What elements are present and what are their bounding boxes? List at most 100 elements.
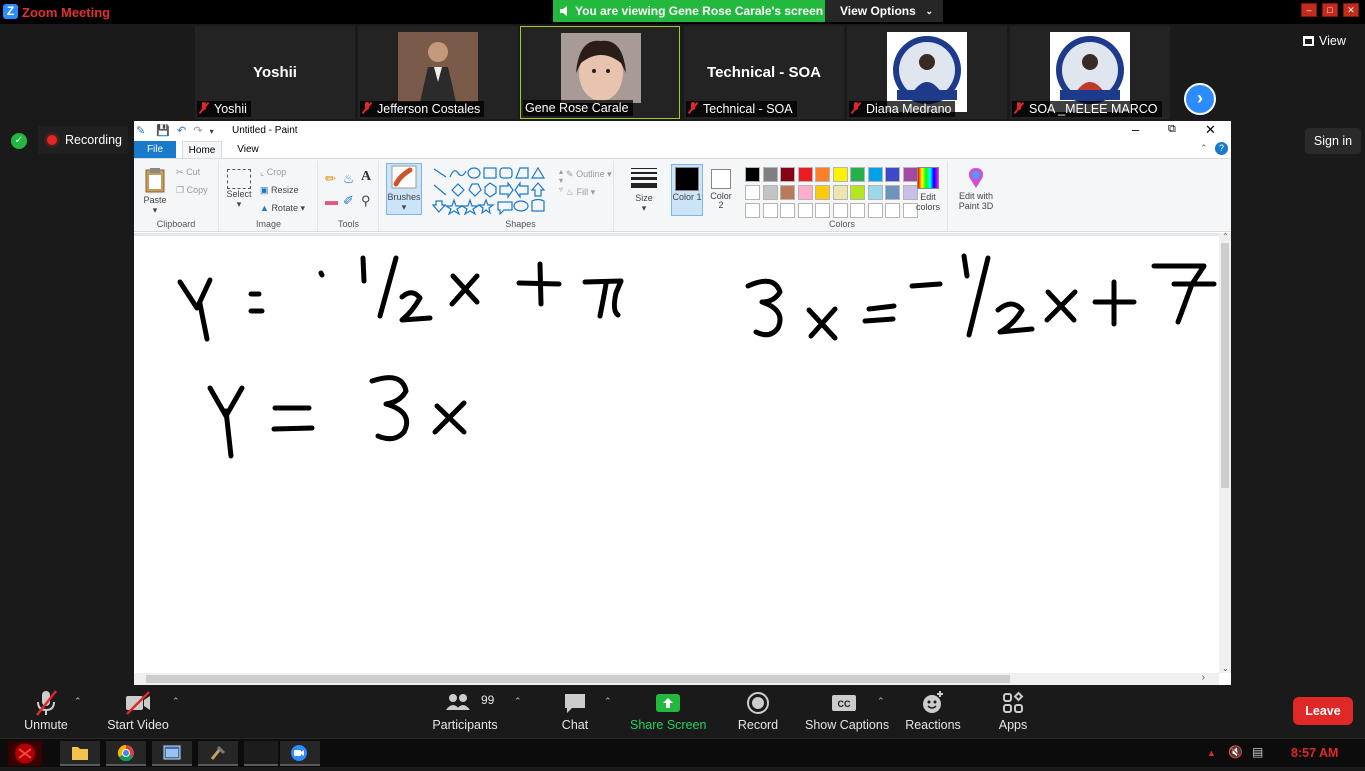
palette-color-swatch[interactable] <box>832 167 848 182</box>
fill-button[interactable]: ♨ Fill ▾ <box>560 187 595 198</box>
undo-icon[interactable]: ↶ <box>177 125 186 137</box>
security-shield-icon[interactable]: ✓ <box>11 133 27 149</box>
participant-tile[interactable]: Technical - SOA Technical - SOA <box>684 26 844 119</box>
captions-caret-icon[interactable]: ⌃ <box>877 696 885 707</box>
color-picker-icon[interactable]: ✐ <box>343 193 354 209</box>
view-button[interactable]: View <box>1303 34 1346 48</box>
palette-color-swatch[interactable] <box>780 185 795 200</box>
participant-tile[interactable]: Diana Medrano <box>847 26 1007 119</box>
color1-button[interactable]: Color 1 <box>671 164 703 216</box>
eraser-icon[interactable]: ▬ <box>325 193 338 208</box>
custom-color-swatch[interactable] <box>780 203 795 218</box>
select-button[interactable]: Select ▾ <box>226 169 252 210</box>
palette-color-swatch[interactable] <box>850 167 865 182</box>
view-options-button[interactable]: View Options ⌄ <box>825 0 943 22</box>
apps-button[interactable]: Apps <box>990 686 1036 738</box>
palette-color-swatch[interactable] <box>885 185 900 200</box>
custom-color-swatch[interactable] <box>745 203 760 218</box>
palette-color-swatch[interactable] <box>797 185 813 200</box>
crop-button[interactable]: ⌞ Crop <box>260 167 286 178</box>
chat-caret-icon[interactable]: ⌃ <box>604 696 612 707</box>
scroll-right-icon[interactable]: › <box>1202 672 1205 683</box>
start-video-button[interactable]: Start Video <box>102 686 174 738</box>
custom-color-swatch[interactable] <box>762 203 778 218</box>
tab-view[interactable]: View <box>230 141 266 158</box>
copy-button[interactable]: ❐ Copy <box>176 185 208 196</box>
participant-tile[interactable]: Yoshii Yoshii <box>195 26 355 119</box>
paint-close-button[interactable]: ✕ <box>1205 122 1216 138</box>
tab-file[interactable]: File <box>134 141 176 158</box>
leave-button[interactable]: Leave <box>1293 697 1353 725</box>
palette-color-swatch[interactable] <box>745 185 760 200</box>
scroll-down-icon[interactable]: ⌄ <box>1222 664 1229 673</box>
palette-color-swatch[interactable] <box>815 185 830 200</box>
paint-canvas[interactable] <box>134 233 1219 673</box>
palette-color-swatch[interactable] <box>745 167 760 182</box>
start-button[interactable] <box>8 741 42 766</box>
edit-paint3d-button[interactable]: Edit with Paint 3D <box>955 167 997 211</box>
horizontal-scrollbar[interactable]: › <box>134 672 1219 685</box>
palette-color-swatch[interactable] <box>850 185 865 200</box>
file-explorer-taskbar-button[interactable] <box>60 741 100 766</box>
maximize-button[interactable]: □ <box>1322 3 1338 17</box>
chrome-taskbar-button[interactable] <box>106 741 146 766</box>
participant-tile-active[interactable]: Gene Rose Carale <box>520 26 680 119</box>
pencil-icon[interactable]: ✏ <box>325 171 336 187</box>
help-icon[interactable]: ? <box>1215 142 1228 155</box>
close-button[interactable]: ✕ <box>1343 3 1359 17</box>
palette-color-swatch[interactable] <box>762 167 778 182</box>
participants-button[interactable]: 99 Participants <box>430 686 500 738</box>
minimize-button[interactable]: – <box>1301 3 1317 17</box>
custom-color-swatch[interactable] <box>885 203 900 218</box>
taskbar-clock[interactable]: 8:57 AM <box>1291 746 1338 760</box>
share-screen-button[interactable]: Share Screen <box>630 686 706 738</box>
resize-button[interactable]: ▣ Resize <box>260 185 299 196</box>
color2-button[interactable]: Color 2 <box>707 164 735 210</box>
window-app-taskbar-button[interactable] <box>152 741 192 766</box>
paint-restore-button[interactable]: ⧉ <box>1168 123 1176 136</box>
custom-color-swatch[interactable] <box>797 203 813 218</box>
participants-caret-icon[interactable]: ⌃ <box>514 696 522 707</box>
volume-muted-icon[interactable]: 🔇 <box>1228 745 1243 759</box>
palette-color-swatch[interactable] <box>797 167 813 182</box>
palette-color-swatch[interactable] <box>762 185 778 200</box>
next-page-button[interactable]: › <box>1184 83 1216 115</box>
magnifier-icon[interactable]: ⚲ <box>361 193 371 209</box>
participant-tile[interactable]: Jefferson Costales <box>358 26 518 119</box>
show-hidden-icons-icon[interactable]: ▲ <box>1207 748 1216 758</box>
network-icon[interactable]: ▤ <box>1252 745 1263 759</box>
vertical-scrollbar[interactable]: ⌃ ⌄ <box>1219 232 1231 673</box>
select-dropdown-icon[interactable]: ▾ <box>226 199 252 210</box>
save-icon[interactable]: 💾 <box>156 125 170 137</box>
custom-color-swatch[interactable] <box>815 203 830 218</box>
record-button[interactable]: Record <box>730 686 786 738</box>
redo-icon[interactable]: ↷ <box>193 125 202 137</box>
chat-button[interactable]: Chat <box>550 686 600 738</box>
audio-options-caret-icon[interactable]: ⌃ <box>74 696 82 707</box>
collapse-ribbon-icon[interactable]: ⌃ <box>1200 143 1208 154</box>
custom-color-swatch[interactable] <box>850 203 865 218</box>
brushes-button[interactable]: Brushes ▾ <box>386 163 422 215</box>
custom-color-swatch[interactable] <box>832 203 848 218</box>
reactions-button[interactable]: Reactions <box>903 686 963 738</box>
palette-color-swatch[interactable] <box>867 185 883 200</box>
rotate-button[interactable]: ▲ Rotate ▾ <box>260 203 305 214</box>
vertical-scroll-thumb[interactable] <box>1221 243 1229 488</box>
show-captions-button[interactable]: CC Show Captions <box>805 686 889 738</box>
horizontal-scroll-thumb[interactable] <box>146 675 1010 683</box>
palette-color-swatch[interactable] <box>780 167 795 182</box>
customize-qat-icon[interactable]: ▾ <box>210 127 214 136</box>
shapes-gallery[interactable] <box>432 165 556 215</box>
fill-bucket-icon[interactable]: ♨ <box>343 171 355 187</box>
palette-color-swatch[interactable] <box>815 167 830 182</box>
outline-button[interactable]: ✎ Outline ▾ <box>560 169 612 180</box>
scroll-up-icon[interactable]: ⌃ <box>1222 232 1229 241</box>
paste-button[interactable]: Paste ▾ <box>142 167 168 216</box>
zoom-taskbar-button[interactable] <box>280 741 320 766</box>
tools-app-taskbar-button[interactable] <box>198 741 238 766</box>
paste-dropdown-icon[interactable]: ▾ <box>142 205 168 216</box>
video-options-caret-icon[interactable]: ⌃ <box>172 696 180 707</box>
cut-button[interactable]: ✂ Cut <box>176 167 200 178</box>
edit-colors-button[interactable]: Edit colors <box>915 167 941 212</box>
palette-color-swatch[interactable] <box>832 185 848 200</box>
